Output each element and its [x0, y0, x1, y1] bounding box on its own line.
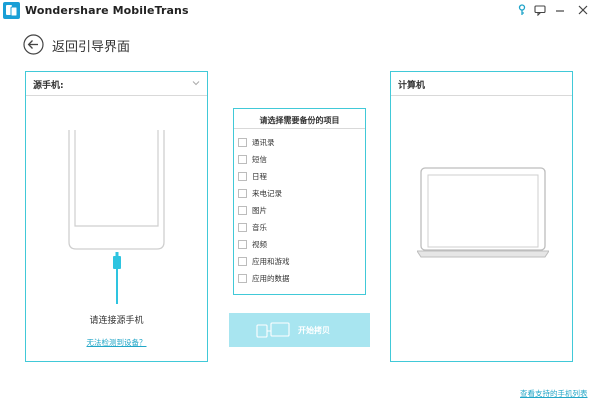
usb-cable-icon [113, 252, 121, 304]
dest-panel-title: 计算机 [398, 81, 426, 91]
back-to-guide-link[interactable]: 返回引导界面 [52, 36, 130, 55]
source-panel-header: 源手机: [26, 72, 207, 96]
list-item-sms[interactable]: 短信 [238, 153, 267, 165]
checkbox[interactable] [238, 171, 247, 181]
item-label: 通讯录 [252, 137, 275, 147]
laptop-icon [417, 167, 549, 258]
phone-outline-icon [68, 130, 165, 250]
checkbox[interactable] [238, 273, 247, 283]
item-label: 视频 [252, 239, 267, 249]
connect-source-phone-text: 请连接源手机 [89, 316, 144, 326]
list-item-app-data[interactable]: 应用的数据 [238, 272, 290, 284]
list-item-calendar[interactable]: 日程 [238, 170, 267, 182]
chevron-down-icon[interactable] [191, 78, 201, 88]
checkbox[interactable] [238, 222, 247, 232]
checkbox[interactable] [238, 154, 247, 164]
app-logo-icon [3, 2, 20, 19]
backup-items-title: 请选择需要备份的项目 [259, 116, 340, 125]
feedback-icon[interactable] [533, 3, 547, 17]
item-label: 应用的数据 [252, 273, 290, 283]
item-label: 来电记录 [252, 188, 282, 198]
item-label: 日程 [252, 171, 267, 181]
start-copy-button[interactable]: 开始拷贝 [229, 313, 370, 347]
backup-items-list: 请选择需要备份的项目 通讯录 短信 日程 来电记录 图片 音乐 视频 应用和游戏… [233, 108, 366, 295]
device-not-detected-link[interactable]: 无法检测到设备？ [26, 337, 207, 348]
checkbox[interactable] [238, 239, 247, 249]
checkbox[interactable] [238, 137, 247, 147]
key-icon[interactable] [515, 3, 529, 17]
minimize-icon[interactable] [553, 3, 567, 17]
item-label: 音乐 [252, 222, 267, 232]
source-panel-title: 源手机: [33, 81, 64, 91]
list-item-apps-games[interactable]: 应用和游戏 [238, 255, 290, 267]
dest-panel-header: 计算机 [391, 72, 572, 96]
list-item-music[interactable]: 音乐 [238, 221, 267, 233]
app-title: Wondershare MobileTrans [25, 4, 189, 17]
back-arrow-icon[interactable] [23, 34, 44, 55]
checkbox[interactable] [238, 205, 247, 215]
list-item-photos[interactable]: 图片 [238, 204, 267, 216]
supported-phones-link[interactable]: 查看支持的手机列表 [520, 388, 588, 399]
list-item-call-log[interactable]: 来电记录 [238, 187, 282, 199]
item-label: 图片 [252, 205, 267, 215]
title-bar: Wondershare MobileTrans [0, 0, 600, 22]
checkbox[interactable] [238, 188, 247, 198]
backup-items-header: 请选择需要备份的项目 [234, 109, 365, 129]
close-icon[interactable] [576, 3, 590, 17]
checkbox[interactable] [238, 256, 247, 266]
list-item-videos[interactable]: 视频 [238, 238, 267, 250]
phone-to-computer-icon [256, 322, 290, 338]
start-copy-label: 开始拷贝 [298, 326, 330, 335]
source-phone-panel: 源手机: 请连接源手机 无法检测到设备？ [25, 71, 208, 362]
item-label: 应用和游戏 [252, 256, 290, 266]
item-label: 短信 [252, 154, 267, 164]
list-item-contacts[interactable]: 通讯录 [238, 136, 275, 148]
destination-computer-panel: 计算机 [390, 71, 573, 362]
